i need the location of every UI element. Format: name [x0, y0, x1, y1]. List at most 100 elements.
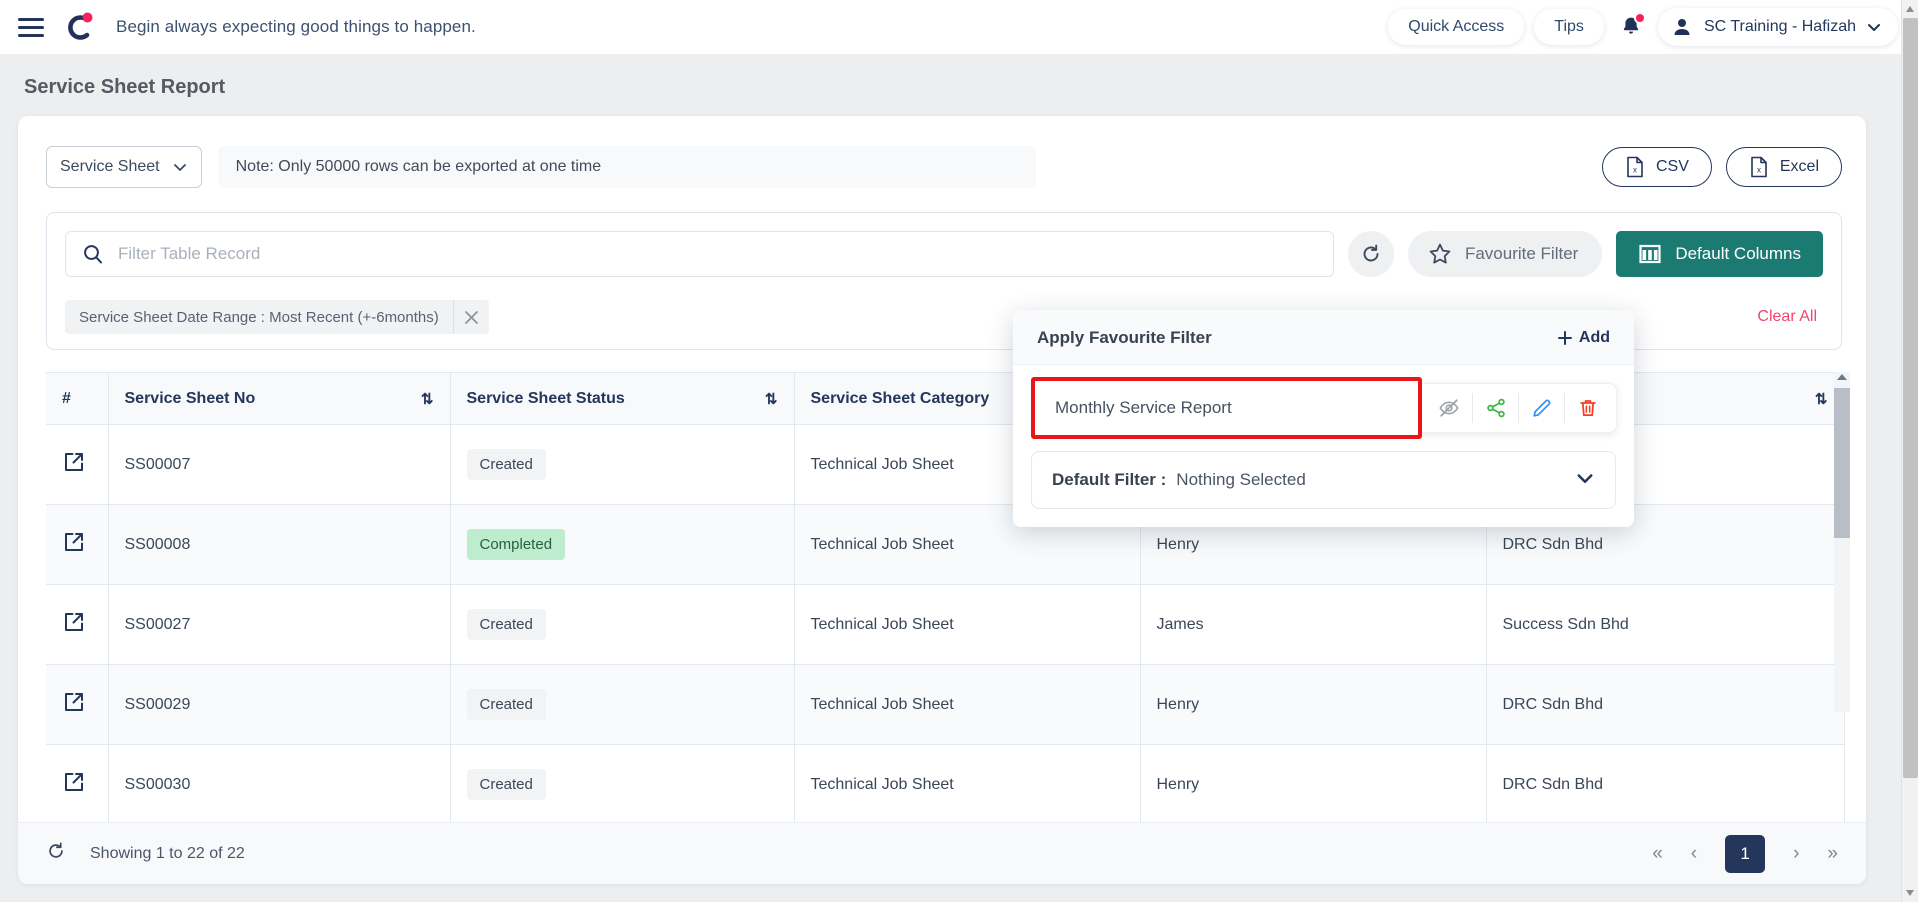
csv-export-button[interactable]: x CSV — [1601, 147, 1712, 187]
refresh-icon — [1363, 244, 1379, 262]
scroll-up-arrow-icon[interactable] — [1906, 6, 1914, 12]
quick-access-button[interactable]: Quick Access — [1388, 9, 1525, 45]
pagination-page-1-button[interactable]: 1 — [1725, 834, 1766, 873]
cell-service-sheet-no: SS00027 — [108, 584, 451, 665]
add-label: Add — [1578, 329, 1610, 346]
user-account-menu[interactable]: SC Training - Hafizah — [1657, 8, 1898, 46]
excel-export-button[interactable]: x Excel — [1725, 147, 1842, 187]
remove-filter-close-icon[interactable] — [452, 300, 489, 334]
scrollbar-thumb[interactable] — [1834, 388, 1850, 538]
column-header-service-sheet-no[interactable]: Service Sheet No ⇅ — [108, 372, 451, 425]
share-icon[interactable] — [1472, 393, 1518, 423]
page-title: Service Sheet Report — [24, 76, 226, 98]
report-type-select[interactable]: Service Sheet — [46, 146, 202, 188]
active-filter-chip[interactable]: Service Sheet Date Range : Most Recent (… — [65, 300, 489, 334]
favourite-filter-item-wrapper: Monthly Service Report — [1031, 377, 1617, 439]
browser-vertical-scrollbar[interactable] — [1901, 0, 1918, 902]
columns-icon — [1639, 244, 1661, 264]
row-open-cell — [46, 584, 109, 665]
search-box[interactable] — [65, 231, 1334, 277]
nav-right-group: Quick Access Tips SC Training - Hafizah — [1388, 8, 1898, 46]
add-favourite-filter-button[interactable]: Add — [1557, 329, 1610, 347]
user-name-label: SC Training - Hafizah — [1703, 18, 1856, 35]
clear-all-filters-button[interactable]: Clear All — [1757, 308, 1823, 326]
cell-service-sheet-status: Completed — [450, 504, 795, 585]
favourite-filter-item-highlighted[interactable]: Monthly Service Report — [1031, 377, 1422, 439]
popover-title: Apply Favourite Filter — [1037, 328, 1212, 347]
filter-controls-row: Favourite Filter Default Columns — [65, 231, 1823, 277]
export-buttons-group: x CSV x Excel — [1601, 147, 1842, 187]
hamburger-menu-icon[interactable] — [18, 15, 48, 39]
default-columns-button[interactable]: Default Columns — [1616, 231, 1823, 277]
csv-label: CSV — [1655, 158, 1689, 175]
column-header-service-sheet-category-label: Service Sheet Category — [810, 389, 990, 407]
star-icon — [1429, 243, 1451, 264]
status-badge: Created — [466, 769, 546, 800]
cell-service-sheet-status: Created — [450, 584, 795, 665]
status-badge: Created — [466, 609, 546, 640]
cell-service-sheet-status: Created — [450, 424, 795, 505]
report-type-select-value: Service Sheet — [60, 158, 160, 175]
pagination-controls: « ‹ 1 › » — [1652, 834, 1838, 873]
cell-owner: James — [1140, 584, 1487, 665]
plus-icon — [1557, 331, 1572, 345]
sort-toggle-icon[interactable]: ⇅ — [1815, 390, 1828, 408]
favourite-filter-button[interactable]: Favourite Filter — [1407, 231, 1603, 277]
cell-service-sheet-category: Technical Job Sheet — [794, 584, 1141, 665]
cell-service-sheet-no: SS00030 — [108, 744, 451, 825]
notification-badge-dot — [1633, 12, 1646, 24]
favourite-filter-popover: Apply Favourite Filter Add Monthly Servi… — [1013, 310, 1634, 527]
row-open-cell — [46, 664, 109, 745]
cell-service-sheet-no: SS00029 — [108, 664, 451, 745]
refresh-table-button[interactable] — [1347, 231, 1394, 277]
cell-service-sheet-no: SS00008 — [108, 504, 451, 585]
cell-customer: DRC Sdn Bhd — [1486, 664, 1845, 745]
row-open-cell — [46, 424, 109, 505]
open-record-icon[interactable] — [62, 530, 86, 554]
footer-refresh-icon[interactable] — [46, 841, 66, 866]
default-filter-select[interactable]: Default Filter : Nothing Selected — [1031, 451, 1616, 509]
delete-icon[interactable] — [1564, 393, 1610, 423]
default-filter-label: Default Filter : — [1052, 470, 1167, 489]
open-record-icon[interactable] — [62, 610, 86, 634]
favourite-filter-label: Favourite Filter — [1464, 244, 1579, 263]
column-header-service-sheet-no-label: Service Sheet No — [124, 389, 256, 407]
svg-text:x: x — [1757, 166, 1761, 175]
pagination-first-button[interactable]: « — [1652, 843, 1663, 865]
top-navigation-bar: Begin always expecting good things to ha… — [0, 0, 1918, 54]
row-open-cell — [46, 744, 109, 825]
brand-logo-icon[interactable] — [62, 10, 96, 44]
sort-toggle-icon[interactable]: ⇅ — [421, 390, 434, 408]
search-icon — [84, 245, 102, 264]
table-row[interactable]: SS00029 Created Technical Job Sheet Henr… — [46, 664, 1845, 745]
export-toolbar: Service Sheet Note: Only 50000 rows can … — [18, 116, 1866, 188]
sort-toggle-icon[interactable]: ⇅ — [765, 390, 778, 408]
cell-service-sheet-category: Technical Job Sheet — [794, 664, 1141, 745]
table-row[interactable]: SS00030 Created Technical Job Sheet Henr… — [46, 744, 1845, 825]
column-header-index-label: # — [62, 389, 71, 407]
column-header-service-sheet-status[interactable]: Service Sheet Status ⇅ — [450, 372, 795, 425]
pagination-last-button[interactable]: » — [1827, 843, 1838, 865]
tips-button[interactable]: Tips — [1534, 9, 1604, 45]
default-filter-value: Nothing Selected — [1176, 470, 1306, 489]
open-record-icon[interactable] — [62, 770, 86, 794]
cell-service-sheet-category: Technical Job Sheet — [794, 744, 1141, 825]
column-header-service-sheet-status-label: Service Sheet Status — [466, 389, 625, 407]
search-input[interactable] — [118, 244, 1317, 264]
pagination-prev-button[interactable]: ‹ — [1691, 843, 1697, 865]
excel-file-icon: x — [1751, 156, 1767, 178]
notification-bell-icon[interactable] — [1614, 10, 1648, 44]
table-row[interactable]: SS00027 Created Technical Job Sheet Jame… — [46, 584, 1845, 665]
open-record-icon[interactable] — [62, 450, 86, 474]
table-vertical-scrollbar[interactable] — [1834, 372, 1850, 712]
scroll-down-arrow-icon[interactable] — [1906, 890, 1914, 896]
pagination-next-button[interactable]: › — [1793, 843, 1799, 865]
popover-body: Monthly Service Report Default Filter : … — [1013, 365, 1634, 527]
avatar-icon — [1674, 19, 1690, 35]
scroll-up-arrow-icon[interactable] — [1837, 374, 1847, 380]
open-record-icon[interactable] — [62, 690, 86, 714]
edit-icon[interactable] — [1518, 393, 1564, 423]
cell-service-sheet-no: SS00007 — [108, 424, 451, 505]
browser-scrollbar-thumb[interactable] — [1903, 18, 1918, 778]
hide-icon[interactable] — [1426, 393, 1472, 423]
